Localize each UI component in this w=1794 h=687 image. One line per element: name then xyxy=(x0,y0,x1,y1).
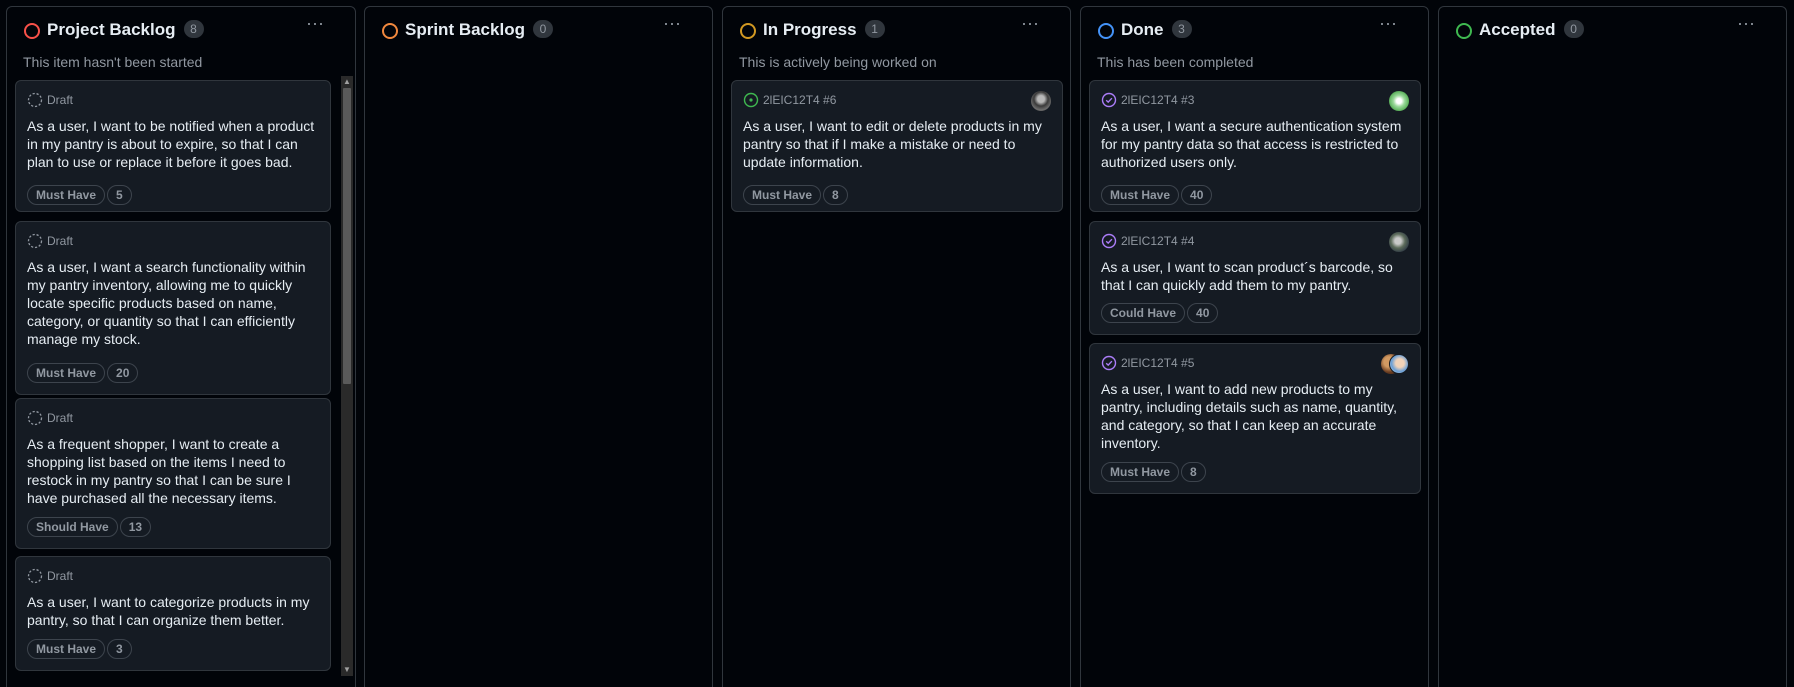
assignee-avatar[interactable] xyxy=(1031,91,1051,111)
card-labels: Must Have 8 xyxy=(1101,462,1208,482)
priority-label: Must Have xyxy=(743,185,822,205)
priority-label: Must Have xyxy=(27,363,106,383)
assignee-avatars[interactable] xyxy=(1381,354,1409,374)
column-title: Sprint Backlog 0 xyxy=(405,20,553,40)
column-header: Sprint Backlog 0 ··· xyxy=(365,7,712,77)
card[interactable]: Draft As a user, I want to be notified w… xyxy=(15,80,331,212)
card-title[interactable]: As a user, I want to be notified when a … xyxy=(27,117,320,171)
draft-icon xyxy=(27,92,43,108)
estimate-label: 40 xyxy=(1187,303,1219,323)
estimate-label: 3 xyxy=(107,639,132,659)
closed-issue-icon xyxy=(1101,92,1117,108)
assignee-avatar[interactable] xyxy=(1389,232,1409,252)
card-labels: Must Have 5 xyxy=(27,185,134,205)
draft-icon xyxy=(27,233,43,249)
estimate-label: 20 xyxy=(107,363,139,383)
card-meta[interactable]: 2lEIC12T4 #5 xyxy=(1101,355,1194,371)
priority-label: Could Have xyxy=(1101,303,1186,323)
card[interactable]: 2lEIC12T4 #6 As a user, I want to edit o… xyxy=(731,80,1063,212)
draft-icon xyxy=(27,410,43,426)
closed-issue-icon xyxy=(1101,233,1117,249)
column-description: This is actively being worked on xyxy=(739,54,937,70)
priority-label: Should Have xyxy=(27,517,118,537)
column-menu-button[interactable]: ··· xyxy=(1376,14,1400,36)
status-circle-icon xyxy=(740,23,756,39)
column-menu-button[interactable]: ··· xyxy=(660,14,684,36)
scroll-up-arrow-icon[interactable]: ▲ xyxy=(341,76,353,88)
project-board: Project Backlog 8 ··· This item hasn't be… xyxy=(0,0,1794,687)
estimate-label: 8 xyxy=(1181,462,1206,482)
scrollbar-thumb[interactable] xyxy=(343,88,351,384)
card-title[interactable]: As a frequent shopper, I want to create … xyxy=(27,435,320,507)
column-description: This has been completed xyxy=(1097,54,1254,70)
column-scrollbar[interactable]: ▲ ▼ xyxy=(341,76,353,676)
card-title[interactable]: As a user, I want to edit or delete prod… xyxy=(743,117,1052,171)
open-issue-icon xyxy=(743,92,759,108)
card-title[interactable]: As a user, I want a search functionality… xyxy=(27,258,320,348)
column-header: In Progress 1 ··· This is actively being … xyxy=(723,7,1070,77)
column-accepted: Accepted 0 ··· xyxy=(1438,6,1787,687)
card-title[interactable]: As a user, I want a secure authenticatio… xyxy=(1101,117,1410,171)
column-menu-button[interactable]: ··· xyxy=(1018,14,1042,36)
card-labels: Should Have 13 xyxy=(27,517,153,537)
card-labels: Must Have 40 xyxy=(1101,185,1214,205)
column-title: In Progress 1 xyxy=(763,20,885,40)
column-sprint-backlog: Sprint Backlog 0 ··· xyxy=(364,6,713,687)
card-meta: Draft xyxy=(27,568,73,584)
column-count-badge: 3 xyxy=(1171,20,1192,38)
column-title: Project Backlog 8 xyxy=(47,20,204,40)
card[interactable]: 2lEIC12T4 #3 As a user, I want a secure … xyxy=(1089,80,1421,212)
card[interactable]: 2lEIC12T4 #5 As a user, I want to add ne… xyxy=(1089,343,1421,494)
column-count-badge: 0 xyxy=(1563,20,1584,38)
column-menu-button[interactable]: ··· xyxy=(1734,14,1758,36)
card-labels: Must Have 20 xyxy=(27,363,140,383)
estimate-label: 5 xyxy=(107,185,132,205)
column-count-badge: 0 xyxy=(532,20,553,38)
card-title[interactable]: As a user, I want to categorize products… xyxy=(27,593,320,629)
card-meta: Draft xyxy=(27,410,73,426)
column-description: This item hasn't been started xyxy=(23,54,203,70)
scroll-down-arrow-icon[interactable]: ▼ xyxy=(341,664,353,676)
column-title: Done 3 xyxy=(1121,20,1192,40)
card-labels: Must Have 3 xyxy=(27,639,134,659)
column-header: Project Backlog 8 ··· This item hasn't be… xyxy=(7,7,355,77)
card-meta: Draft xyxy=(27,233,73,249)
column-menu-button[interactable]: ··· xyxy=(303,14,327,36)
card[interactable]: Draft As a frequent shopper, I want to c… xyxy=(15,398,331,549)
column-in-progress: In Progress 1 ··· This is actively being … xyxy=(722,6,1071,687)
card-title[interactable]: As a user, I want to scan product´s barc… xyxy=(1101,258,1410,294)
priority-label: Must Have xyxy=(27,639,106,659)
column-count-badge: 1 xyxy=(864,20,885,38)
assignee-avatar[interactable] xyxy=(1389,91,1409,111)
card-title[interactable]: As a user, I want to add new products to… xyxy=(1101,380,1410,452)
estimate-label: 40 xyxy=(1181,185,1213,205)
assignee-avatar[interactable] xyxy=(1389,354,1409,374)
priority-label: Must Have xyxy=(27,185,106,205)
card-labels: Must Have 8 xyxy=(743,185,850,205)
status-circle-icon xyxy=(382,23,398,39)
column-header: Done 3 ··· This has been completed xyxy=(1081,7,1428,77)
column-count-badge: 8 xyxy=(183,20,204,38)
closed-issue-icon xyxy=(1101,355,1117,371)
status-circle-icon xyxy=(1456,23,1472,39)
card[interactable]: Draft As a user, I want a search functio… xyxy=(15,221,331,395)
column-done: Done 3 ··· This has been completed 2lEIC1… xyxy=(1080,6,1429,687)
column-title: Accepted 0 xyxy=(1479,20,1584,40)
column-header: Accepted 0 ··· xyxy=(1439,7,1786,77)
card-labels: Could Have 40 xyxy=(1101,303,1220,323)
priority-label: Must Have xyxy=(1101,462,1180,482)
draft-icon xyxy=(27,568,43,584)
card-meta[interactable]: 2lEIC12T4 #3 xyxy=(1101,92,1194,108)
card[interactable]: 2lEIC12T4 #4 As a user, I want to scan p… xyxy=(1089,221,1421,335)
status-circle-icon xyxy=(24,23,40,39)
priority-label: Must Have xyxy=(1101,185,1180,205)
column-project-backlog: Project Backlog 8 ··· This item hasn't be… xyxy=(6,6,356,687)
card[interactable]: Draft As a user, I want to categorize pr… xyxy=(15,556,331,671)
estimate-label: 13 xyxy=(119,517,152,537)
card-meta[interactable]: 2lEIC12T4 #6 xyxy=(743,92,836,108)
card-meta: Draft xyxy=(27,92,73,108)
card-meta[interactable]: 2lEIC12T4 #4 xyxy=(1101,233,1194,249)
estimate-label: 8 xyxy=(823,185,848,205)
status-circle-icon xyxy=(1098,23,1114,39)
